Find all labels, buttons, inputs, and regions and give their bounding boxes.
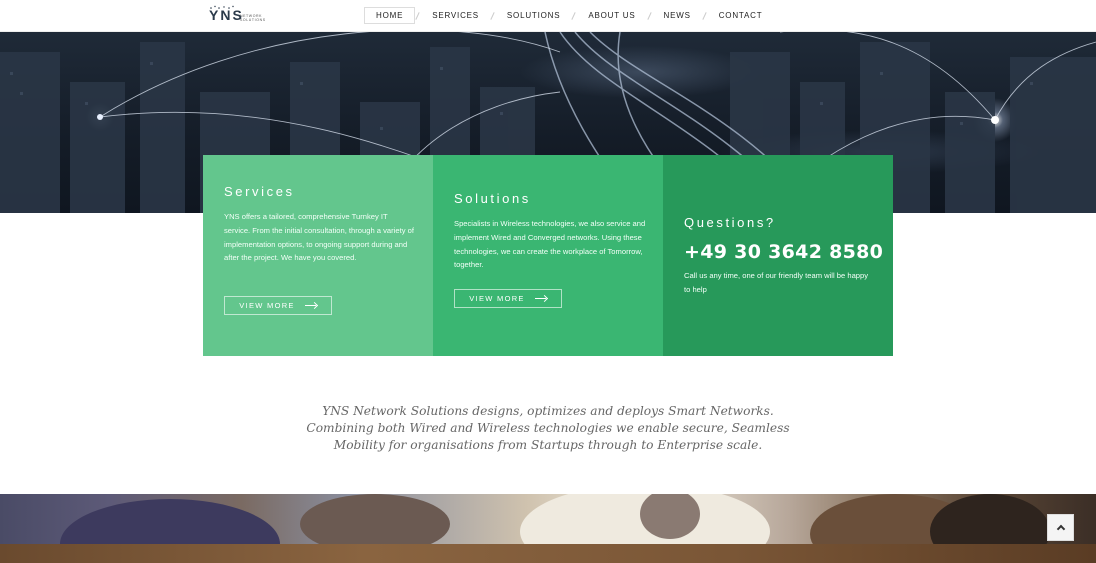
solutions-view-more-button[interactable]: VIEW MORE bbox=[454, 289, 562, 308]
questions-box: Questions? +49 30 3642 8580 Call us any … bbox=[663, 155, 893, 356]
solutions-view-more-label: VIEW MORE bbox=[469, 294, 525, 303]
yns-logo[interactable]: YNS NETWORK SOLUTIONS bbox=[207, 5, 277, 29]
nav-news[interactable]: NEWS bbox=[653, 7, 702, 24]
site-header: YNS NETWORK SOLUTIONS HOME SERVICES SOLU… bbox=[0, 0, 1096, 32]
services-title: Services bbox=[224, 184, 295, 199]
feature-boxes: Services YNS offers a tailored, comprehe… bbox=[203, 155, 893, 356]
nav-solutions[interactable]: SOLUTIONS bbox=[496, 7, 571, 24]
chevron-up-icon bbox=[1056, 524, 1065, 534]
services-view-more-button[interactable]: VIEW MORE bbox=[224, 296, 332, 315]
team-photo-image bbox=[0, 494, 1096, 563]
services-box: Services YNS offers a tailored, comprehe… bbox=[203, 155, 433, 356]
nav-about-us[interactable]: ABOUT US bbox=[577, 7, 646, 24]
table-edge bbox=[0, 544, 1096, 563]
logo-subtitle: NETWORK SOLUTIONS bbox=[240, 14, 270, 22]
questions-title: Questions? bbox=[684, 215, 776, 230]
solutions-title: Solutions bbox=[454, 191, 531, 206]
back-to-top-button[interactable] bbox=[1047, 514, 1074, 541]
services-view-more-label: VIEW MORE bbox=[239, 301, 295, 310]
nav-home[interactable]: HOME bbox=[364, 7, 416, 24]
arrow-right-icon bbox=[304, 303, 317, 309]
solutions-box: Solutions Specialists in Wireless techno… bbox=[433, 155, 663, 356]
services-description: YNS offers a tailored, comprehensive Tur… bbox=[224, 212, 414, 263]
questions-description: Call us any time, one of our friendly te… bbox=[684, 271, 869, 294]
solutions-description: Specialists in Wireless technologies, we… bbox=[454, 219, 646, 270]
intro-statement: YNS Network Solutions designs, optimizes… bbox=[306, 404, 790, 452]
nav-services[interactable]: SERVICES bbox=[421, 7, 490, 24]
nav-contact[interactable]: CONTACT bbox=[708, 7, 774, 24]
main-nav: HOME SERVICES SOLUTIONS ABOUT US NEWS CO… bbox=[364, 7, 773, 24]
logo-mark: YNS bbox=[209, 7, 244, 23]
arrow-right-icon bbox=[534, 296, 547, 302]
phone-number-link[interactable]: +49 30 3642 8580 bbox=[684, 241, 883, 263]
logo-subtitle-line2: SOLUTIONS bbox=[240, 18, 266, 22]
